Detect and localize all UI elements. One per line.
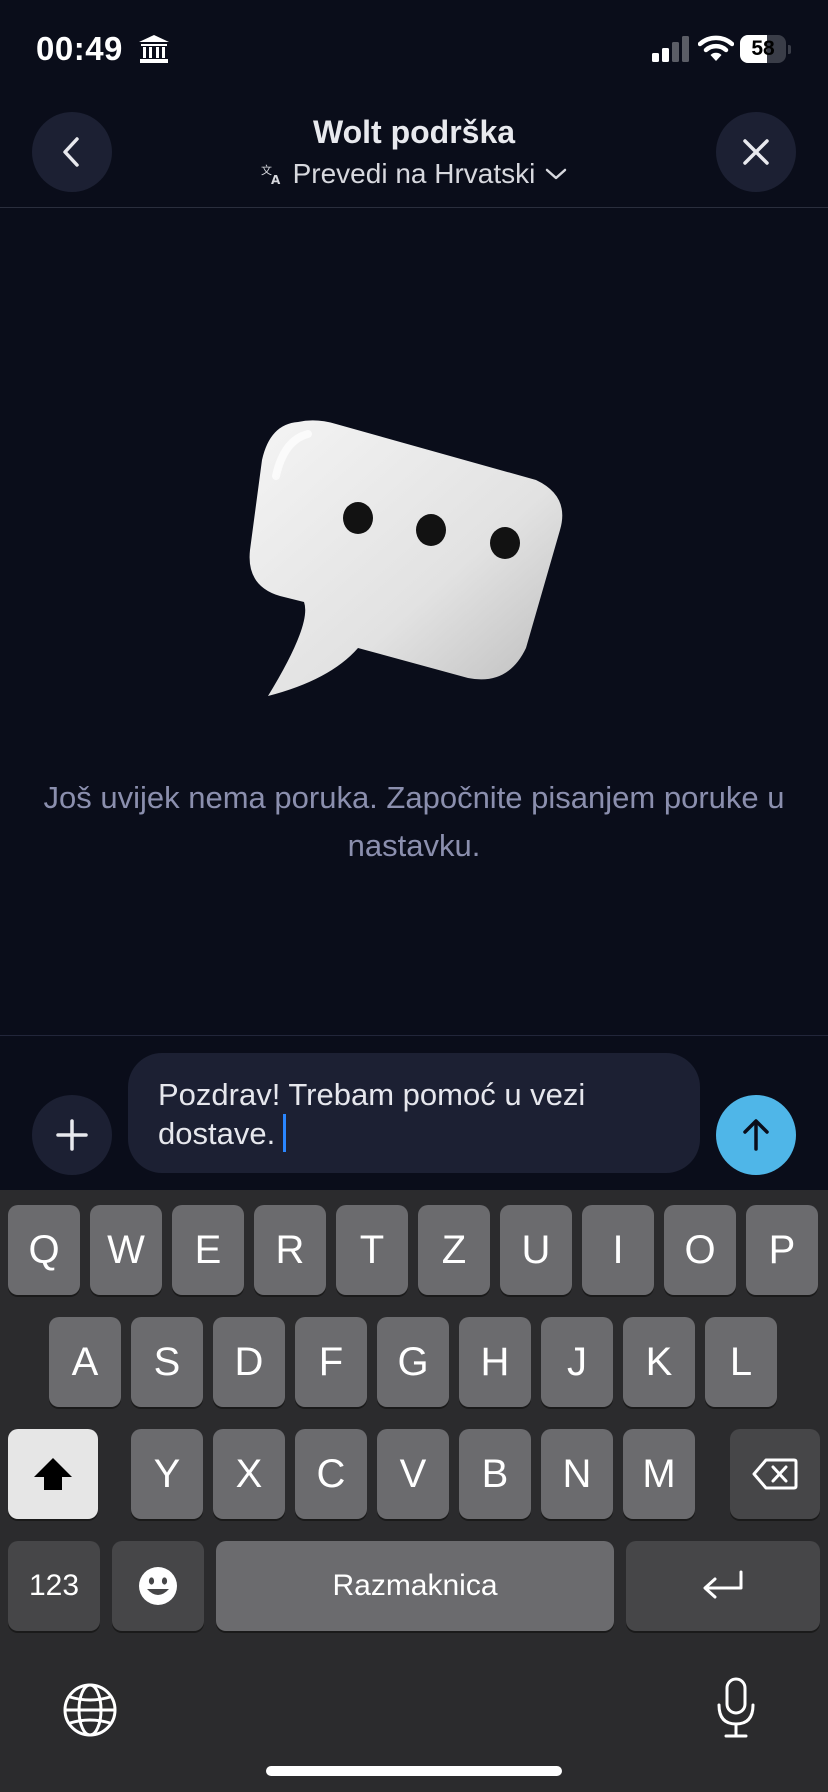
key-w[interactable]: W [90,1205,162,1295]
key-k[interactable]: K [623,1317,695,1407]
shift-icon [34,1458,72,1490]
key-c[interactable]: C [295,1429,367,1519]
translate-icon: 文 A [261,163,281,185]
backspace-key[interactable] [730,1429,820,1519]
text-caret [283,1114,287,1152]
chat-bubble-icon [249,420,563,696]
status-time: 00:49 [36,30,123,67]
close-button[interactable] [716,112,796,192]
message-composer: Pozdrav! Trebam pomoć u vezi dostave. [0,1035,828,1190]
numbers-key[interactable]: 123 [8,1541,100,1631]
microphone-icon[interactable] [714,1676,758,1740]
key-g[interactable]: G [377,1317,449,1407]
globe-icon[interactable] [62,1682,118,1738]
wifi-icon [698,35,734,61]
chat-header: Wolt podrška 文 A Prevedi na Hrvatski [0,100,828,208]
signal-icon [652,36,689,62]
battery-level: 58 [751,37,775,60]
key-a[interactable]: A [49,1317,121,1407]
battery-icon: 58 [740,35,791,63]
emoji-key[interactable] [112,1541,204,1631]
keyboard: Q W E R T Z U I O P A S D F G H J K L Y … [0,1190,828,1792]
key-u[interactable]: U [500,1205,572,1295]
message-input-value: Pozdrav! Trebam pomoć u vezi dostave. [158,1077,586,1151]
svg-text:A: A [271,173,281,185]
key-t[interactable]: T [336,1205,408,1295]
status-bar: 00:49 58 [0,0,828,100]
chevron-down-icon [546,168,567,180]
key-y[interactable]: Y [131,1429,203,1519]
key-r[interactable]: R [254,1205,326,1295]
key-l[interactable]: L [705,1317,777,1407]
home-indicator[interactable] [266,1766,562,1776]
page-title: Wolt podrška [312,114,516,150]
translate-dropdown[interactable]: 文 A Prevedi na Hrvatski [0,158,828,190]
backspace-icon [752,1458,798,1490]
key-h[interactable]: H [459,1317,531,1407]
key-f[interactable]: F [295,1317,367,1407]
plus-icon [56,1119,88,1151]
send-button[interactable] [716,1095,796,1175]
key-m[interactable]: M [623,1429,695,1519]
key-o[interactable]: O [664,1205,736,1295]
space-key[interactable]: Razmaknica [216,1541,614,1631]
key-i[interactable]: I [582,1205,654,1295]
translate-label: Prevedi na Hrvatski [292,158,536,189]
key-s[interactable]: S [131,1317,203,1407]
key-n[interactable]: N [541,1429,613,1519]
key-v[interactable]: V [377,1429,449,1519]
key-q[interactable]: Q [8,1205,80,1295]
return-icon [703,1570,743,1599]
bank-icon [139,35,169,63]
key-p[interactable]: P [746,1205,818,1295]
add-attachment-button[interactable] [32,1095,112,1175]
emoji-icon [139,1567,177,1605]
empty-state-message: Još uvijek nema poruka. Započnite pisanj… [43,780,785,863]
key-b[interactable]: B [459,1429,531,1519]
key-x[interactable]: X [213,1429,285,1519]
return-key[interactable] [626,1541,820,1631]
message-input[interactable]: Pozdrav! Trebam pomoć u vezi dostave. [128,1053,700,1173]
key-e[interactable]: E [172,1205,244,1295]
key-z[interactable]: Z [418,1205,490,1295]
close-icon [743,139,769,165]
key-d[interactable]: D [213,1317,285,1407]
arrow-up-icon [743,1119,769,1151]
shift-key[interactable] [8,1429,98,1519]
key-j[interactable]: J [541,1317,613,1407]
